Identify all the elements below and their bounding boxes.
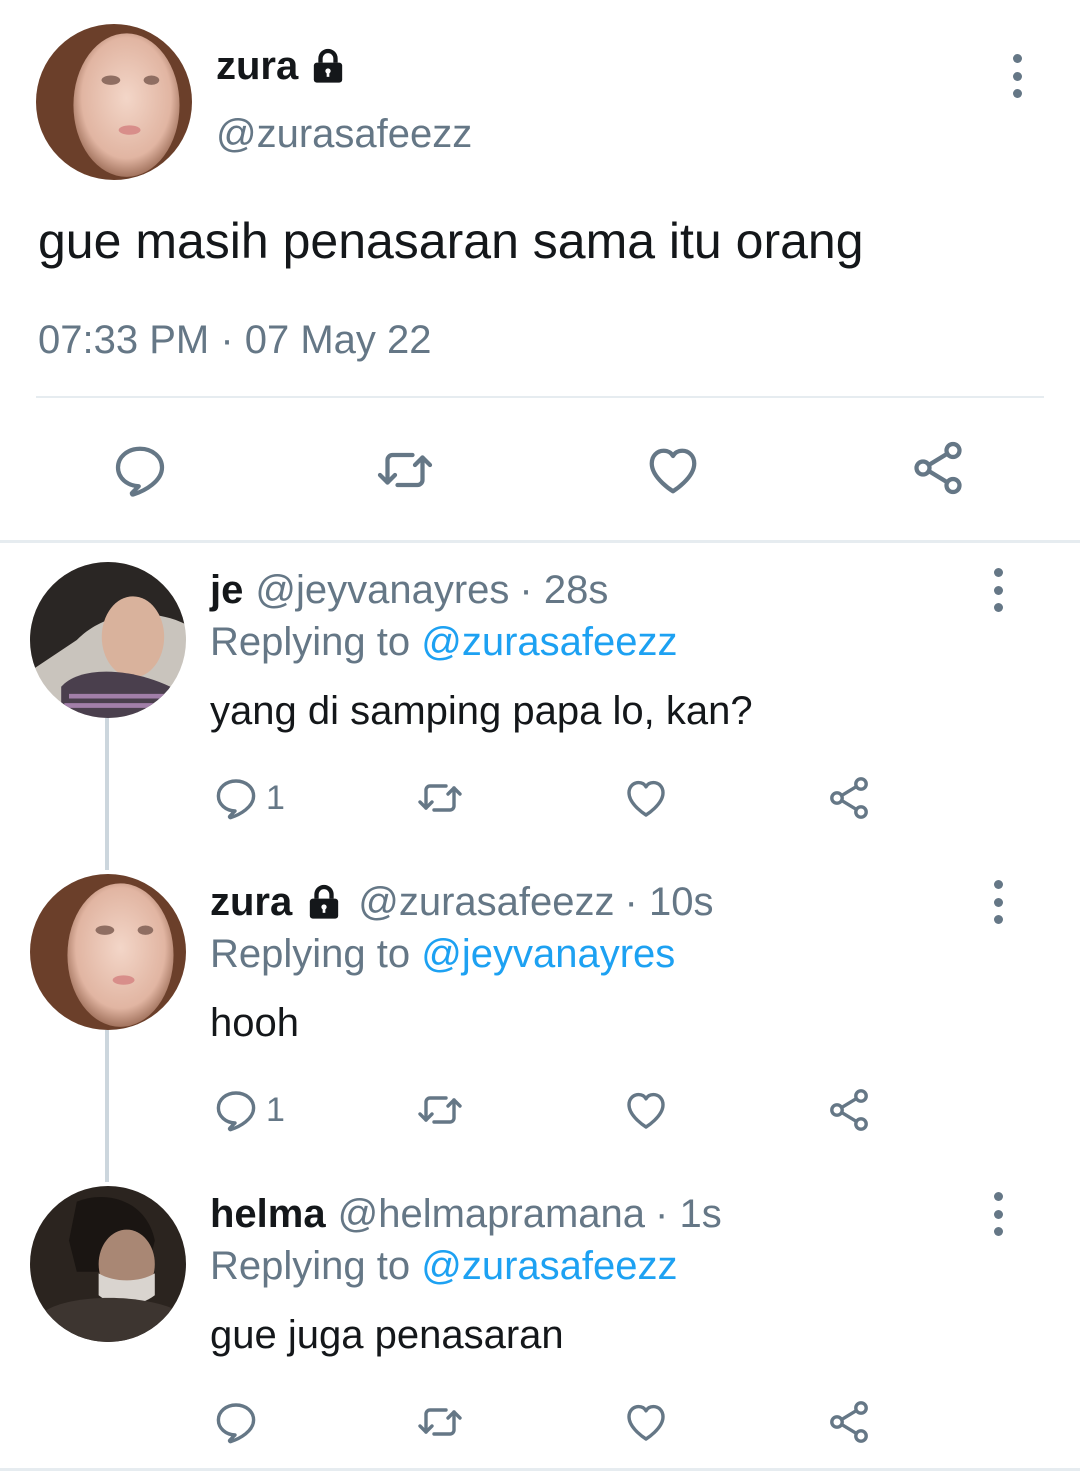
avatar-reply-2[interactable] — [30, 874, 186, 1030]
reply-3-time: · 1s — [655, 1192, 722, 1236]
reply-icon — [212, 1086, 260, 1134]
mention-link[interactable]: @jeyvanayres — [421, 932, 675, 976]
reply-count: 1 — [266, 1090, 285, 1129]
lock-icon — [304, 882, 344, 922]
reply-2-header: zura @zurasafeezz · 10s — [210, 877, 713, 927]
share-button[interactable] — [908, 438, 968, 498]
share-icon — [824, 1398, 874, 1446]
retweet-button[interactable] — [412, 1398, 468, 1446]
mention-link[interactable]: @zurasafeezz — [421, 1244, 677, 1288]
reply-1-time: · 28s — [519, 568, 609, 612]
share-icon — [824, 774, 874, 822]
share-button[interactable] — [824, 1086, 874, 1134]
reply-2-text: hooh — [210, 1001, 299, 1045]
reply-2-name[interactable]: zura — [210, 877, 292, 927]
main-author-handle[interactable]: @zurasafeezz — [216, 108, 472, 160]
reply-1-replying-to: Replying to @zurasafeezz — [210, 617, 678, 667]
avatar-main[interactable] — [36, 24, 192, 180]
avatar-reply-3[interactable] — [30, 1186, 186, 1342]
reply-1-header: je @jeyvanayres · 28s — [210, 565, 608, 615]
share-button[interactable] — [824, 774, 874, 822]
reply-icon — [212, 774, 260, 822]
like-icon — [642, 440, 704, 500]
like-button[interactable] — [620, 1086, 672, 1134]
main-name-text: zura — [216, 44, 299, 88]
share-button[interactable] — [824, 1398, 874, 1446]
like-button[interactable] — [620, 1398, 672, 1446]
reply-3-text: gue juga penasaran — [210, 1313, 564, 1357]
retweet-button[interactable] — [412, 774, 468, 822]
thread-line — [105, 1030, 109, 1182]
reply-button[interactable]: 1 — [212, 1086, 285, 1134]
like-button[interactable] — [620, 774, 672, 822]
retweet-button[interactable] — [372, 440, 438, 500]
more-vertical-icon[interactable] — [983, 1192, 1013, 1236]
retweet-icon — [412, 1398, 468, 1446]
replying-label: Replying to — [210, 620, 422, 664]
lock-icon — [308, 46, 348, 86]
avatar-reply-1[interactable] — [30, 562, 186, 718]
main-author-name[interactable]: zura — [216, 40, 348, 92]
more-vertical-icon[interactable] — [1002, 54, 1032, 98]
reply-button[interactable]: 1 — [212, 774, 285, 822]
reply-icon — [110, 440, 170, 500]
reply-count: 1 — [266, 778, 285, 817]
reply-3-replying-to: Replying to @zurasafeezz — [210, 1241, 678, 1291]
retweet-icon — [372, 440, 438, 500]
like-icon — [620, 1086, 672, 1134]
reply-2-time: · 10s — [624, 880, 714, 924]
reply-icon — [212, 1398, 260, 1446]
replying-label: Replying to — [210, 1244, 422, 1288]
like-button[interactable] — [642, 440, 704, 500]
more-vertical-icon[interactable] — [983, 880, 1013, 924]
divider — [36, 396, 1044, 398]
main-tweet-timestamp: 07:33 PM · 07 May 22 — [38, 318, 432, 362]
reply-3-header: helma @helmapramana · 1s — [210, 1189, 722, 1239]
retweet-icon — [412, 774, 468, 822]
reply-2-handle[interactable]: @zurasafeezz — [358, 877, 614, 927]
more-vertical-icon[interactable] — [983, 568, 1013, 612]
thread-line — [105, 718, 109, 870]
replying-label: Replying to — [210, 932, 422, 976]
reply-button[interactable] — [110, 440, 170, 500]
reply-button[interactable] — [212, 1398, 260, 1446]
like-icon — [620, 1398, 672, 1446]
retweet-icon — [412, 1086, 468, 1134]
section-divider — [0, 540, 1080, 543]
share-icon — [908, 438, 968, 498]
mention-link[interactable]: @zurasafeezz — [421, 620, 677, 664]
main-tweet-text: gue masih penasaran sama itu orang — [38, 213, 864, 269]
reply-2-replying-to: Replying to @jeyvanayres — [210, 929, 675, 979]
like-icon — [620, 774, 672, 822]
reply-3-handle[interactable]: @helmapramana — [338, 1189, 645, 1239]
share-icon — [824, 1086, 874, 1134]
divider — [0, 1468, 1080, 1471]
reply-1-name[interactable]: je — [210, 565, 243, 615]
reply-1-handle[interactable]: @jeyvanayres — [255, 565, 509, 615]
reply-1-text: yang di samping papa lo, kan? — [210, 689, 753, 733]
retweet-button[interactable] — [412, 1086, 468, 1134]
reply-3-name[interactable]: helma — [210, 1189, 326, 1239]
